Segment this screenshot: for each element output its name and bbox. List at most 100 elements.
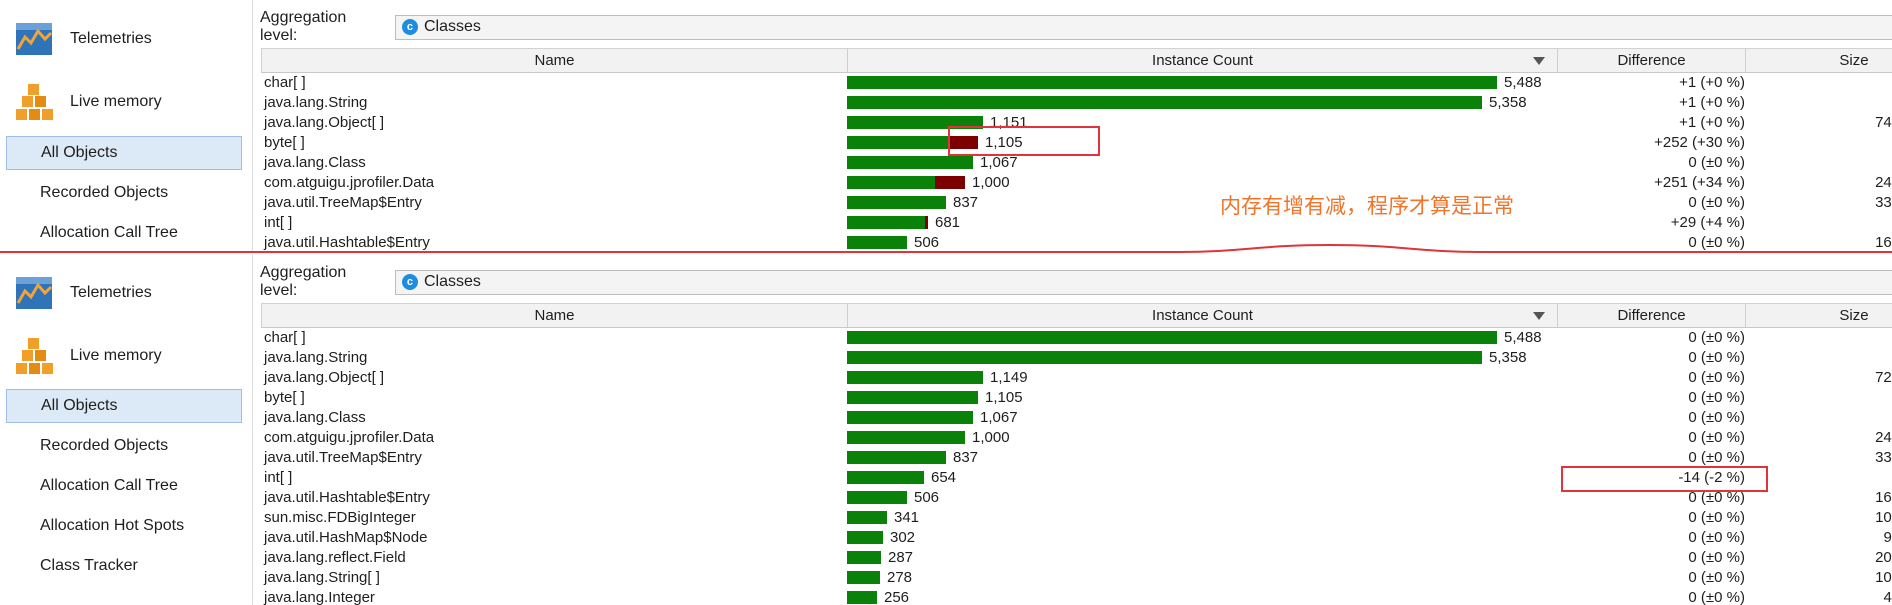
column-header-name[interactable]: Name: [262, 49, 848, 72]
sidebar: Telemetries Live memory All Objects Reco…: [0, 0, 253, 252]
instance-count-value: 1,067: [980, 409, 1018, 426]
table-row[interactable]: java.lang.Class1,0670 (±0 %)122 kB: [261, 153, 1892, 173]
column-header-instance-count[interactable]: Instance Count: [848, 49, 1558, 72]
table-row[interactable]: java.lang.String5,3580 (±0 %)128 kB: [261, 348, 1892, 368]
instance-count-bar: [847, 156, 973, 169]
size-cell: 6,435 kB: [1541, 213, 1892, 233]
column-header-name[interactable]: Name: [262, 304, 848, 327]
aggregation-select[interactable]: c Classes: [394, 14, 1892, 40]
instance-count-bar: [847, 371, 983, 384]
column-header-difference[interactable]: Difference: [1558, 304, 1746, 327]
sidebar-item-telemetries[interactable]: Telemetries: [14, 275, 152, 311]
size-cell: 4,096 bytes: [1883, 589, 1892, 605]
instance-count-value: 837: [953, 194, 979, 211]
sidebar-item-allocation-call-tree[interactable]: Allocation Call Tree: [6, 469, 242, 503]
table-row[interactable]: java.lang.String[ ]2780 (±0 %)10,312 byt…: [261, 568, 1892, 588]
sidebar-item-all-objects[interactable]: All Objects: [6, 389, 242, 423]
column-header-size[interactable]: Size: [1746, 49, 1892, 72]
instance-count-bar: [847, 431, 965, 444]
aggregation-label: Aggregation level:: [260, 9, 347, 44]
table-row[interactable]: com.atguigu.jprofiler.Data 1,000 +251 (+34…: [261, 173, 1892, 193]
sort-descending-icon: [1533, 312, 1545, 320]
sidebar-item-label: All Objects: [41, 144, 118, 161]
column-header-instance-count[interactable]: Instance Count: [848, 304, 1558, 327]
instance-count-value: 256: [884, 589, 910, 605]
instance-count-value: 1,000: [972, 174, 1010, 191]
instance-count-value: 1,149: [990, 369, 1028, 386]
table-row[interactable]: java.util.TreeMap$Entry8370 (±0 %)33,480…: [261, 193, 1892, 213]
class-name-cell: char[ ]: [264, 329, 306, 346]
sidebar: Telemetries Live memory All Objects Reco…: [0, 255, 253, 605]
instance-count-bar: [847, 196, 946, 209]
table-body: char[ ]5,488+1 (+0 %)556 kBjava.lang.Str…: [261, 73, 1892, 252]
sidebar-item-all-objects[interactable]: All Objects: [6, 136, 242, 170]
aggregation-select[interactable]: c Classes: [394, 269, 1892, 295]
column-header-difference[interactable]: Difference: [1558, 49, 1746, 72]
highlight-box-byte-growth: [948, 126, 1100, 156]
class-name-cell: java.lang.Object[ ]: [264, 114, 385, 131]
table-row[interactable]: java.util.TreeMap$Entry8370 (±0 %)33,480…: [261, 448, 1892, 468]
table-row[interactable]: char[ ]5,4880 (±0 %)556 kB: [261, 328, 1892, 348]
size-cell: 10,912 bytes: [1875, 509, 1892, 526]
table-row[interactable]: int[ ]681+29 (+4 %)6,435 kB: [261, 213, 1892, 233]
growth-bar: [935, 176, 965, 189]
size-cell: 33,480 bytes: [1875, 449, 1892, 466]
objects-table: Name Instance Count Difference Size char…: [261, 303, 1892, 605]
table-row[interactable]: sun.misc.FDBigInteger3410 (±0 %)10,912 b…: [261, 508, 1892, 528]
size-cell: 556 kB: [1541, 73, 1892, 93]
class-name-cell: com.atguigu.jprofiler.Data: [264, 429, 435, 446]
class-name-cell: java.util.HashMap$Node: [264, 529, 428, 546]
size-cell: 556 kB: [1541, 328, 1892, 348]
size-cell: 1,048 MB: [1541, 388, 1892, 408]
growth-bar: [925, 216, 928, 229]
table-row[interactable]: java.lang.Object[ ]1,1490 (±0 %)72,152 b…: [261, 368, 1892, 388]
table-row[interactable]: java.lang.String5,358+1 (+0 %)128 kB: [261, 93, 1892, 113]
instance-count-value: 1,067: [980, 154, 1018, 171]
sidebar-item-label: All Objects: [41, 397, 118, 414]
instance-count-bar: [847, 511, 887, 524]
sidebar-item-label: Allocation Call Tree: [40, 224, 178, 241]
class-name-cell: java.lang.String: [264, 94, 368, 111]
table-row[interactable]: java.util.HashMap$Node3020 (±0 %)9,664 b…: [261, 528, 1892, 548]
sidebar-item-label: Allocation Call Tree: [40, 477, 178, 494]
column-header-size[interactable]: Size: [1746, 304, 1892, 327]
instance-count-value: 1,105: [985, 389, 1023, 406]
instance-count-bar: [847, 491, 907, 504]
size-cell: 10,312 bytes: [1875, 569, 1892, 586]
table-row[interactable]: java.lang.Integer2560 (±0 %)4,096 bytes: [261, 588, 1892, 605]
table-row[interactable]: java.lang.Class1,0670 (±0 %)122 kB: [261, 408, 1892, 428]
sidebar-item-label: Recorded Objects: [40, 184, 169, 201]
sidebar-item-allocation-hot-spots[interactable]: Allocation Hot Spots: [6, 509, 242, 543]
class-name-cell: sun.misc.FDBigInteger: [264, 509, 416, 526]
class-name-cell: java.lang.String: [264, 349, 368, 366]
sidebar-item-live-memory[interactable]: Live memory: [14, 84, 162, 120]
table-row[interactable]: byte[ ]1,1050 (±0 %)1,048 MB: [261, 388, 1892, 408]
live-memory-icon: [14, 336, 54, 376]
class-name-cell: java.lang.Object[ ]: [264, 369, 385, 386]
telemetries-icon: [14, 273, 54, 313]
instance-count-bar: [847, 451, 946, 464]
highlight-box-int-decrease: [1561, 466, 1768, 492]
instance-count-bar: [847, 591, 877, 604]
telemetries-icon: [14, 19, 54, 59]
class-name-cell: java.lang.String[ ]: [264, 569, 380, 586]
sidebar-item-class-tracker[interactable]: Class Tracker: [6, 549, 242, 583]
table-row[interactable]: char[ ]5,488+1 (+0 %)556 kB: [261, 73, 1892, 93]
instance-count-bar: [847, 571, 880, 584]
sidebar-item-telemetries[interactable]: Telemetries: [14, 21, 152, 57]
sidebar-item-recorded-objects[interactable]: Recorded Objects: [6, 176, 242, 210]
bottom-snapshot-panel: Telemetries Live memory All Objects Reco…: [0, 255, 1892, 605]
sidebar-item-label: Live memory: [70, 347, 162, 364]
class-name-cell: int[ ]: [264, 469, 293, 486]
class-name-cell: byte[ ]: [264, 389, 305, 406]
sidebar-item-recorded-objects[interactable]: Recorded Objects: [6, 429, 242, 463]
size-cell: 20,664 bytes: [1875, 549, 1892, 566]
size-cell: 1,048 MB: [1541, 133, 1892, 153]
table-row[interactable]: com.atguigu.jprofiler.Data 1,000 0 (±0 %) 2…: [261, 428, 1892, 448]
sidebar-item-live-memory[interactable]: Live memory: [14, 338, 162, 374]
column-header-label: Instance Count: [1152, 307, 1253, 324]
instance-count-bar: [847, 551, 881, 564]
size-cell: 9,664 bytes: [1883, 529, 1892, 546]
sidebar-item-label: Class Tracker: [40, 557, 138, 574]
table-row[interactable]: java.lang.reflect.Field2870 (±0 %)20,664…: [261, 548, 1892, 568]
